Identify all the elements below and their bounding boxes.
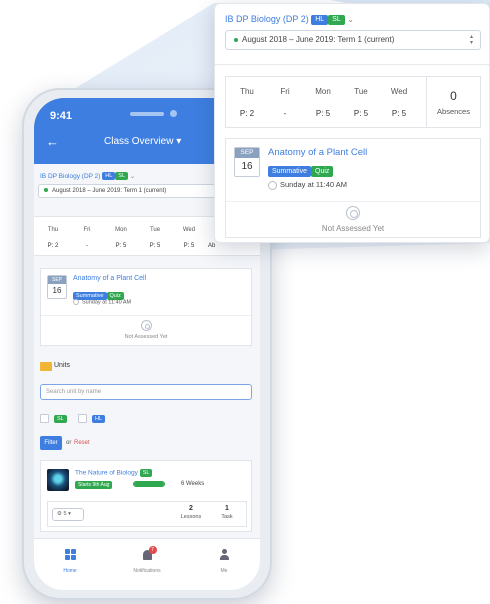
assessment-card[interactable]: SEP 16 Anatomy of a Plant Cell Summative… (225, 138, 481, 238)
unit-progress-bar (133, 481, 165, 487)
hl-tag: HL (102, 172, 116, 181)
schedule-cell: Tue P: 5 (149, 227, 161, 249)
current-term-dot (44, 188, 48, 193)
camera-dot (170, 110, 177, 117)
sl-tag: SL (139, 469, 153, 477)
schedule-cell: Mon P: 5 (315, 87, 331, 118)
hl-filter-tag: HL (92, 415, 106, 423)
schedule-cell: Thu P: 2 (47, 227, 59, 249)
due-time: Sunday at 11:40 AM (268, 180, 347, 190)
gear-icon: ⚙ (57, 511, 62, 517)
chevron-down-icon: ⌄ (347, 15, 354, 24)
nav-home[interactable]: Home (40, 547, 100, 574)
unit-thumbnail (47, 469, 69, 491)
course-selector[interactable]: IB DP Biology (DP 2) HL SL ⌄ (40, 172, 136, 181)
schedule-cell: Fri - (83, 227, 91, 249)
term-select[interactable]: August 2018 – June 2019: Term 1 (current… (225, 30, 481, 50)
current-term-dot (234, 37, 238, 42)
sl-filter-checkbox[interactable] (40, 414, 49, 423)
schedule-strip: Thu P: 2 Fri - Mon P: 5 Tue P: 5 Wed P: 5 0 A… (225, 76, 481, 128)
schedule-cell: Thu P: 2 (239, 87, 255, 118)
unit-search-input[interactable]: Search unit by name (40, 384, 252, 400)
sl-filter-tag: SL (54, 415, 67, 423)
bottom-nav: Home 7 Notifications Me (34, 538, 260, 590)
date-badge: SEP 16 (47, 275, 67, 299)
or-text: or (66, 440, 72, 446)
nav-me[interactable]: Me (194, 547, 254, 574)
date-badge: SEP 16 (234, 147, 260, 177)
schedule-cell: Wed P: 5 (182, 227, 196, 249)
select-stepper-icon: ▴ ▾ (469, 34, 473, 46)
assessment-status: Not Assessed Yet (321, 224, 385, 233)
summative-tag: Summative (268, 166, 312, 178)
course-name: IB DP Biology (DP 2) (40, 173, 101, 180)
schedule-cell: Wed P: 5 (390, 87, 408, 118)
hl-filter-checkbox[interactable] (78, 414, 87, 423)
assessment-title[interactable]: Anatomy of a Plant Cell (268, 147, 367, 158)
schedule-cell: Fri - (280, 87, 290, 118)
course-name: IB DP Biology (DP 2) (225, 14, 309, 24)
absences-label: Absences (437, 107, 470, 116)
unit-title[interactable]: The Nature of Biology SL (75, 469, 153, 477)
nav-notifications[interactable]: 7 Notifications (117, 546, 177, 574)
assessment-tags: Summative Quiz (268, 163, 334, 181)
assessment-status: Not Assessed Yet (124, 334, 168, 340)
unit-start-badge: Starts 9th Aug (75, 481, 113, 489)
chevron-down-icon: ⌄ (129, 173, 136, 180)
person-icon (219, 549, 229, 560)
folder-icon (40, 362, 52, 371)
unit-stats: ⚙ 5 ▾ 2 Lessons 1 Task (47, 501, 247, 527)
target-icon (346, 206, 360, 220)
quiz-tag: Quiz (311, 166, 334, 178)
speaker-notch (130, 112, 164, 116)
absences-count: 0 (450, 89, 457, 103)
clock-icon (268, 180, 277, 190)
notification-badge: 7 (148, 546, 157, 554)
target-icon (141, 320, 152, 331)
due-time: Sunday at 11:40 AM (73, 299, 131, 305)
absences-cell: 0 Absences (426, 77, 480, 127)
reset-link[interactable]: Reset (74, 440, 90, 446)
status-time: 9:41 (50, 110, 73, 122)
chevron-down-icon: ▾ (176, 136, 182, 147)
unit-duration: 6 Weeks (181, 481, 205, 487)
hl-tag: HL (311, 14, 329, 25)
clock-icon (73, 299, 79, 305)
schedule-cell: Tue P: 5 (353, 87, 369, 118)
filter-button[interactable]: Filter (40, 436, 62, 450)
chevron-down-icon: ▾ (68, 511, 71, 517)
back-arrow-icon[interactable]: ← (46, 134, 59, 149)
bell-icon: 7 (142, 546, 157, 560)
course-selector[interactable]: IB DP Biology (DP 2) HL SL ⌄ (225, 14, 354, 25)
grid-icon (64, 549, 76, 560)
sl-tag: SL (328, 14, 345, 25)
unit-select[interactable]: ⚙ 5 ▾ (52, 508, 84, 521)
tasks-stat: 1 Task (221, 505, 233, 520)
units-heading: Units (54, 362, 70, 369)
assessment-title[interactable]: Anatomy of a Plant Cell (73, 275, 146, 282)
absences-truncated: Ab (208, 243, 216, 249)
unit-card[interactable]: The Nature of Biology SL Starts 9th Aug … (40, 460, 252, 532)
schedule-cell: Mon P: 5 (115, 227, 127, 249)
sl-tag: SL (115, 172, 129, 181)
page-title[interactable]: Class Overview ▾ (104, 136, 181, 147)
class-overview-popout: IB DP Biology (DP 2) HL SL ⌄ August 2018 … (214, 3, 490, 243)
assessment-card[interactable]: SEP 16 Anatomy of a Plant Cell Summative… (40, 268, 252, 346)
lessons-stat: 2 Lessons (180, 505, 202, 520)
